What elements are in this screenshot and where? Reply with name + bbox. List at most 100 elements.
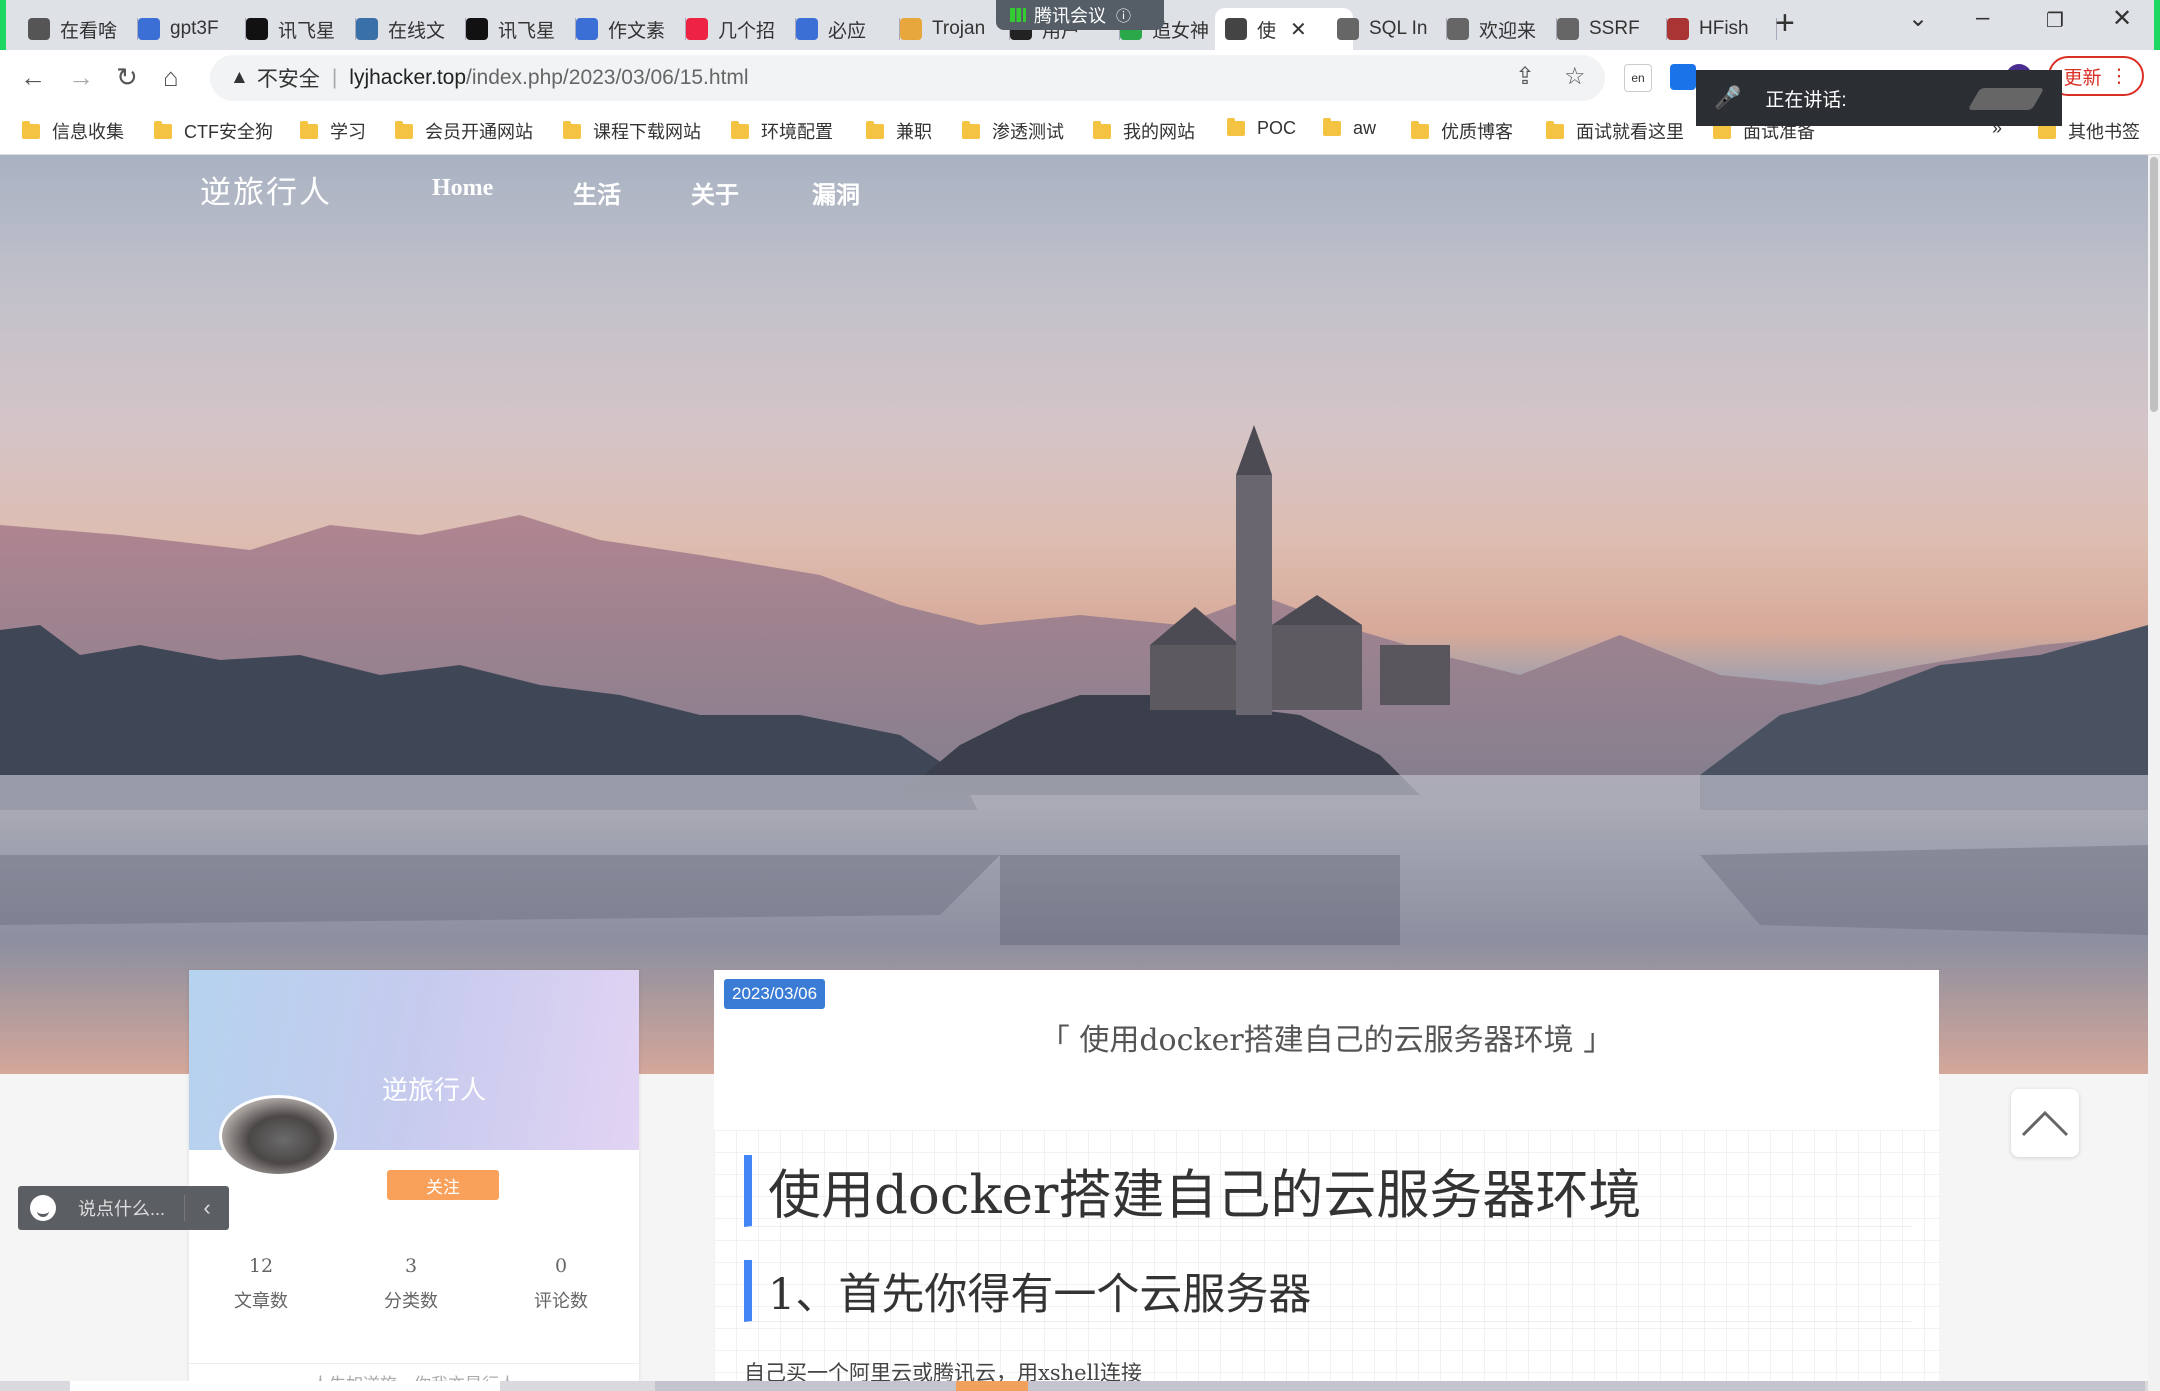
bookmark-item[interactable]: 会员开通网站 — [395, 118, 533, 144]
bookmark-label: 渗透测试 — [992, 122, 1064, 142]
bookmark-item[interactable]: 兼职 — [866, 118, 932, 144]
restore-icon[interactable]: ❐ — [2046, 8, 2064, 33]
tab[interactable]: SSRF — [1547, 8, 1667, 50]
tab[interactable]: HFish — [1657, 8, 1777, 50]
bookmark-item[interactable]: 面试就看这里 — [1546, 118, 1684, 144]
tab-label: 欢迎来 — [1479, 20, 1537, 42]
update-button[interactable]: 更新 ⋮ — [2048, 56, 2144, 96]
minimize-icon[interactable]: – — [1976, 4, 1989, 32]
warning-icon[interactable]: ▲ — [230, 67, 249, 89]
globe-icon — [1557, 18, 1579, 40]
page-scrollbar[interactable] — [2148, 155, 2160, 1391]
lake-castle-image — [0, 425, 2148, 1074]
other-bookmarks-label: 其他书签 — [2068, 122, 2140, 142]
meeting-badge[interactable]: 腾讯会议 ⓘ — [996, 0, 1164, 30]
tab[interactable]: 讯飞星 — [236, 8, 356, 50]
stat-number: 0 — [554, 1255, 568, 1277]
tab-label: 讯飞星 — [278, 20, 336, 42]
python-icon — [356, 18, 378, 40]
tab[interactable]: gpt3F — [128, 8, 246, 50]
hero-banner: 逆旅行人 Home 生活 关于 漏洞 — [0, 155, 2148, 1074]
nav-item[interactable]: Home — [432, 175, 493, 202]
tab-label: 使 — [1257, 20, 1277, 42]
profile-stat: 0 评论数 — [501, 1255, 621, 1313]
globe-icon — [1447, 18, 1469, 40]
scroll-thumb[interactable] — [2150, 157, 2158, 412]
stat-label: 文章数 — [234, 1291, 288, 1312]
article-heading-2: 1、首先你得有一个云服务器 — [744, 1260, 1912, 1322]
tab[interactable]: 必应 — [786, 8, 900, 50]
nav-item[interactable]: 关于 — [691, 175, 739, 210]
bookmark-item[interactable]: POC — [1227, 118, 1296, 139]
more-menu-icon: ⋮ — [2109, 65, 2129, 87]
chevron-up-icon — [2021, 1110, 2069, 1137]
bookmark-label: 课程下载网站 — [593, 122, 701, 142]
article-title: 「 使用docker搭建自己的云服务器环境 」 — [1039, 1023, 1614, 1058]
nav-item[interactable]: 漏洞 — [812, 175, 860, 210]
tab-label: gpt3F — [170, 18, 219, 39]
follow-button[interactable]: 关注 — [387, 1170, 499, 1200]
bookmark-item[interactable]: 课程下载网站 — [563, 118, 701, 144]
folder-icon — [563, 120, 581, 139]
folder-icon — [1093, 120, 1111, 139]
avatar[interactable] — [219, 1095, 337, 1177]
folder-icon — [300, 120, 318, 139]
bookmark-item[interactable]: 环境配置 — [731, 118, 833, 144]
bookmark-item[interactable]: CTF安全狗 — [154, 118, 273, 144]
notion-icon — [246, 18, 268, 40]
bookmark-label: 优质博客 — [1441, 122, 1513, 142]
home-icon[interactable]: ⌂ — [163, 62, 179, 93]
search-icon — [138, 18, 160, 40]
folder-icon — [1323, 118, 1341, 136]
stat-label: 评论数 — [534, 1291, 588, 1312]
article-heading-1: 使用docker搭建自己的云服务器环境 — [744, 1155, 1912, 1227]
reload-icon[interactable]: ↻ — [116, 62, 138, 93]
chevron-left-icon[interactable]: ‹ — [184, 1195, 229, 1221]
close-window-icon[interactable]: ✕ — [2112, 4, 2132, 33]
bookmark-item[interactable]: 信息收集 — [22, 118, 124, 144]
tab-label: 几个招 — [718, 20, 776, 42]
folder-icon — [731, 120, 749, 139]
microsoft-icon — [686, 18, 708, 40]
bookmark-item[interactable]: aw — [1323, 118, 1376, 139]
tab[interactable]: 几个招 — [676, 8, 796, 50]
chat-widget[interactable]: 说点什么... ‹ — [18, 1186, 229, 1230]
strip-segment — [70, 1381, 500, 1391]
address-bar[interactable]: ▲ 不安全 | lyjhacker.top /index.php/2023/03… — [210, 55, 1605, 101]
site-title[interactable]: 逆旅行人 — [200, 167, 332, 212]
new-tab-button[interactable]: + — [1775, 4, 1795, 43]
tab-label: 作文素 — [608, 20, 666, 42]
speaking-overlay: 🎤 正在讲话: — [1696, 70, 2062, 126]
yuque-icon — [28, 18, 50, 40]
share-icon[interactable]: ⇪ — [1515, 62, 1535, 91]
folder-icon — [1546, 120, 1564, 139]
back-icon[interactable]: ← — [20, 62, 46, 93]
bookmark-item[interactable]: 优质博客 — [1411, 118, 1513, 144]
bookmark-star-icon[interactable]: ☆ — [1564, 62, 1586, 91]
tab[interactable]: SQL In — [1327, 8, 1447, 50]
bookmark-item[interactable]: 我的网站 — [1093, 118, 1195, 144]
folder-icon — [962, 120, 980, 139]
strip-segment — [655, 1381, 2145, 1391]
speaker-avatar — [1967, 88, 2045, 110]
profile-stat: 3 分类数 — [351, 1255, 471, 1313]
bookmark-item[interactable]: 学习 — [300, 118, 366, 144]
bookmark-item[interactable]: 渗透测试 — [962, 118, 1064, 144]
tab-search-icon[interactable]: ⌄ — [1908, 4, 1928, 33]
bookmark-label: 兼职 — [896, 122, 932, 142]
translate-extension-icon[interactable]: en — [1624, 64, 1652, 92]
nav-item[interactable]: 生活 — [573, 175, 621, 210]
tab[interactable]: Trojan — [890, 8, 1010, 50]
tab[interactable]: 作文素 — [566, 8, 686, 50]
extension-icon[interactable] — [1670, 64, 1696, 90]
notion-icon — [466, 18, 488, 40]
close-tab-icon[interactable]: ✕ — [1290, 17, 1307, 42]
back-to-top-button[interactable] — [2011, 1089, 2079, 1157]
forward-icon[interactable]: → — [68, 62, 94, 93]
tab[interactable]: 讯飞星 — [456, 8, 576, 50]
tab[interactable]: 在看啥 — [18, 8, 138, 50]
tab[interactable]: 欢迎来 — [1437, 8, 1557, 50]
tab[interactable]: 在线文 — [346, 8, 466, 50]
profile-card: 逆旅行人 关注 12文章数3分类数0评论数 人生如逆旅，你我亦是行人 — [189, 970, 639, 1391]
hfish-icon — [1667, 18, 1689, 40]
